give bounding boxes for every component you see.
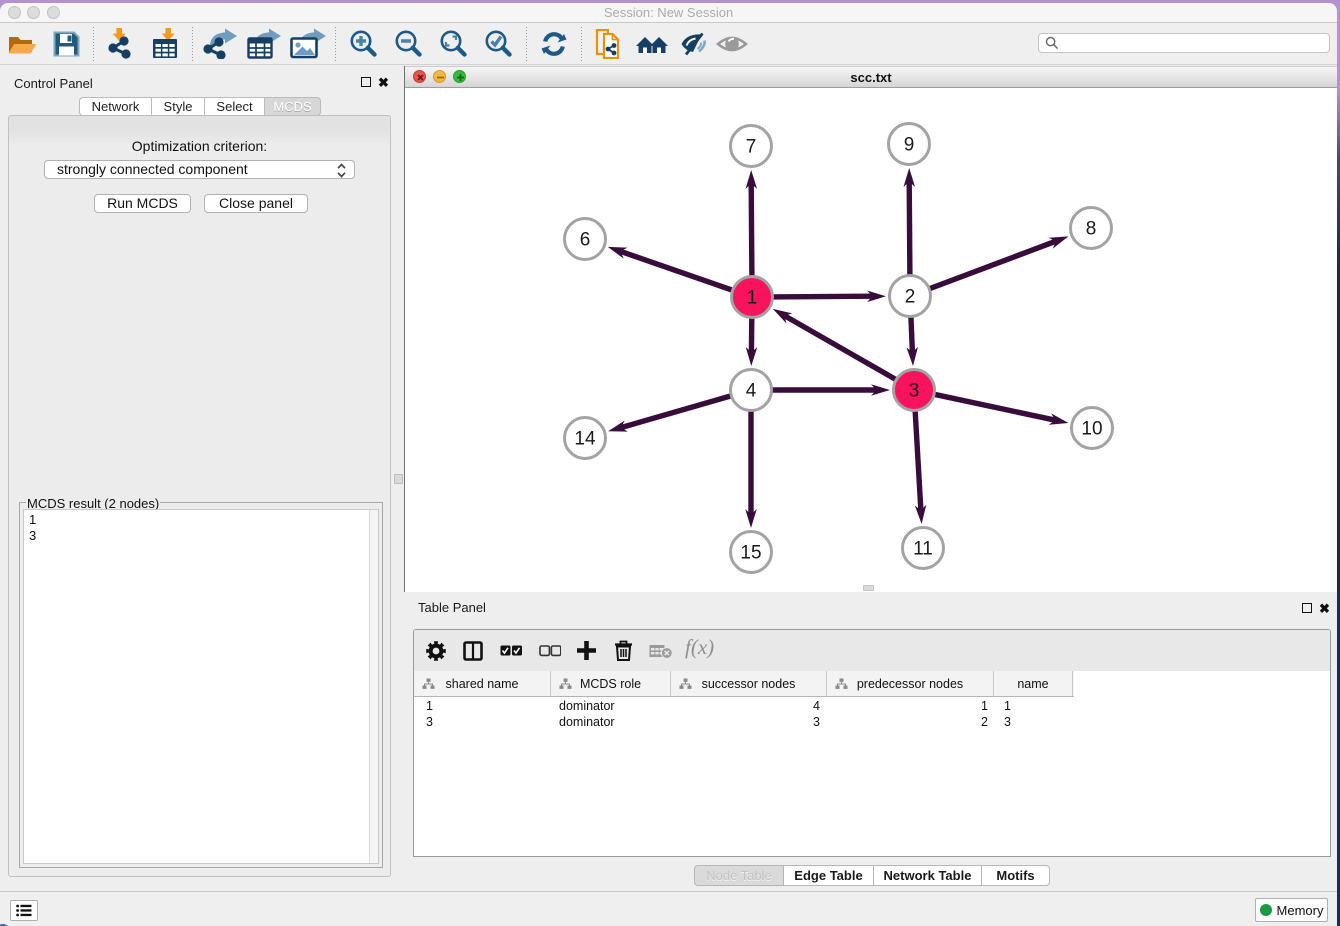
svg-text:7: 7 [746,137,757,158]
svg-text:11: 11 [913,539,933,560]
svg-text:15: 15 [740,543,761,564]
svg-text:3: 3 [909,381,920,402]
svg-text:6: 6 [580,230,591,251]
svg-text:2: 2 [905,287,916,308]
svg-text:1: 1 [747,288,758,309]
svg-text:8: 8 [1086,219,1097,240]
svg-text:9: 9 [904,135,915,156]
svg-text:10: 10 [1081,419,1102,440]
svg-text:14: 14 [574,429,596,450]
svg-text:4: 4 [746,381,757,402]
